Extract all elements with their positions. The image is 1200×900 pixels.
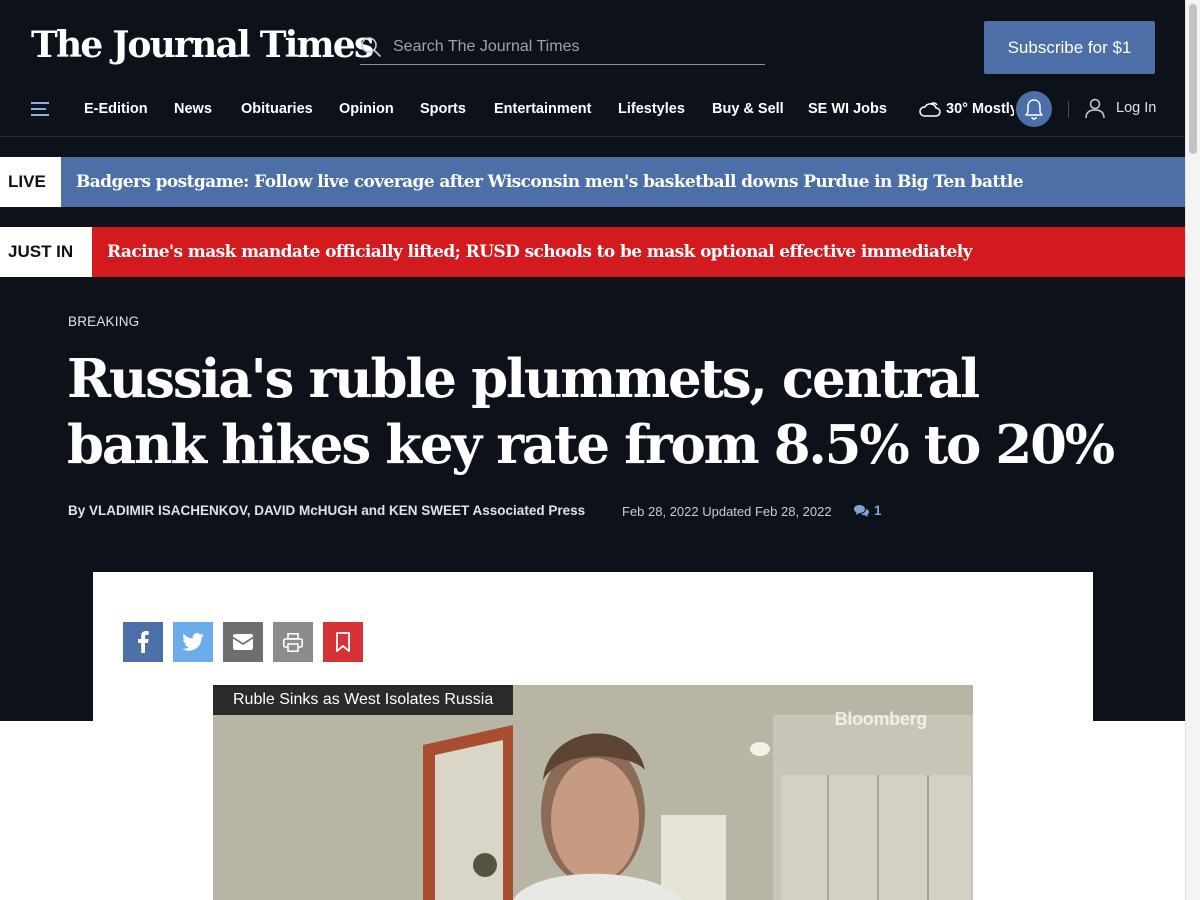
facebook-icon [138, 631, 149, 653]
video-title: Ruble Sinks as West Isolates Russia [213, 685, 513, 715]
cloud-icon [919, 102, 941, 117]
article-kicker[interactable]: BREAKING [68, 314, 139, 329]
email-icon [233, 634, 253, 650]
live-tag: LIVE [0, 157, 61, 207]
comments-link[interactable]: 1 [853, 503, 882, 518]
article-byline[interactable]: By VLADIMIR ISACHENKOV, DAVID McHUGH and… [68, 503, 585, 518]
menu-icon[interactable] [31, 100, 49, 118]
nav-item-e-edition[interactable]: E-Edition [84, 101, 148, 117]
live-banner[interactable]: LIVE Badgers postgame: Follow live cover… [0, 157, 1185, 207]
search-icon[interactable] [360, 36, 382, 58]
live-headline-link[interactable]: Badgers postgame: Follow live coverage a… [61, 157, 1185, 207]
weather-widget[interactable]: 30° Mostly [918, 99, 1014, 119]
article-dates: Feb 28, 2022 Updated Feb 28, 2022 [622, 504, 832, 519]
login-label: Log In [1116, 100, 1157, 116]
nav-item-sports[interactable]: Sports [420, 101, 466, 117]
video-watermark: Bloomberg [834, 709, 928, 729]
print-icon [283, 632, 303, 652]
article-headline: Russia's ruble plummets, central bank hi… [67, 348, 1115, 476]
video-player[interactable]: Ruble Sinks as West Isolates Russia Bloo… [213, 685, 973, 900]
user-icon [1085, 98, 1105, 119]
just-in-banner[interactable]: JUST IN Racine's mask mandate officially… [0, 227, 1185, 277]
print-button[interactable] [273, 622, 313, 662]
comments-icon [854, 504, 869, 517]
nav-item-obituaries[interactable]: Obituaries [241, 101, 313, 117]
login-link[interactable]: Log In [1084, 97, 1156, 119]
bookmark-button[interactable] [323, 622, 363, 662]
bell-icon [1025, 99, 1043, 120]
share-facebook-button[interactable] [123, 622, 163, 662]
share-twitter-button[interactable] [173, 622, 213, 662]
site-logo[interactable]: The Journal Times [31, 24, 374, 66]
nav-item-lifestyles[interactable]: Lifestyles [618, 101, 685, 117]
just-in-headline-link[interactable]: Racine's mask mandate officially lifted;… [92, 227, 1185, 277]
nav-item-buy-sell[interactable]: Buy & Sell [712, 101, 784, 117]
just-in-tag: JUST IN [0, 227, 92, 277]
notifications-button[interactable] [1016, 91, 1052, 127]
nav-divider [1068, 101, 1069, 118]
twitter-icon [182, 633, 204, 651]
comment-count: 1 [874, 503, 882, 518]
nav-item-news[interactable]: News [174, 101, 212, 117]
nav-item-se-wi-jobs[interactable]: SE WI Jobs [808, 101, 887, 117]
main-nav: E-Edition News Obituaries Opinion Sports… [0, 88, 1185, 137]
search-input[interactable] [393, 38, 753, 56]
subscribe-button[interactable]: Subscribe for $1 [984, 21, 1155, 74]
search-bar[interactable] [360, 30, 765, 65]
nav-item-opinion[interactable]: Opinion [339, 101, 394, 117]
vertical-scrollbar[interactable] [1185, 0, 1200, 900]
bookmark-icon [336, 632, 350, 652]
share-email-button[interactable] [223, 622, 263, 662]
nav-item-entertainment[interactable]: Entertainment [494, 101, 592, 117]
weather-text: 30° Mostly [946, 101, 1014, 117]
scrollbar-thumb[interactable] [1189, 4, 1197, 154]
